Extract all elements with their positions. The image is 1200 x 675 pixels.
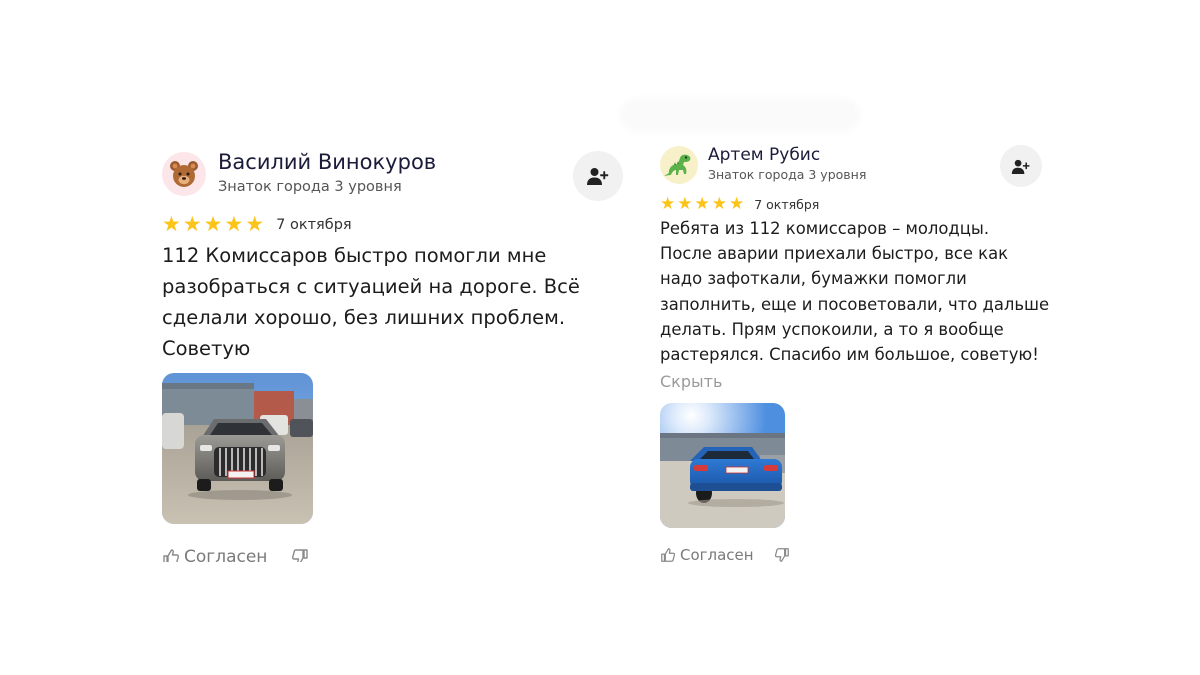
review-actions: Согласен — [162, 547, 309, 562]
avatar[interactable] — [660, 146, 698, 184]
review-actions: Согласен — [660, 546, 790, 564]
review-text-line: делать. Прям успокоили, а то я вообще — [660, 319, 1004, 339]
rating-stars: ★★★★★ — [660, 194, 747, 214]
avatar[interactable] — [162, 152, 206, 196]
author-name[interactable]: Василий Винокуров — [218, 150, 436, 174]
review-photo[interactable] — [162, 373, 313, 524]
review-date: 7 октября — [754, 197, 820, 212]
author-level: Знаток города 3 уровня — [218, 179, 402, 195]
review-text-line: После аварии приехали быстро, все как — [660, 244, 1009, 264]
review-text-line: 112 Комиссаров быстро помогли мне — [162, 244, 547, 267]
disagree-button[interactable] — [291, 548, 309, 562]
thumbs-down-icon — [292, 549, 309, 562]
subscribe-button[interactable] — [1000, 145, 1042, 187]
car-photo-image — [660, 403, 785, 528]
agree-label: Согласен — [184, 547, 268, 562]
agree-button[interactable]: Согласен — [660, 546, 754, 564]
dinosaur-icon — [664, 154, 691, 176]
review-card: Василий Винокуров Знаток города 3 уровня… — [162, 148, 632, 562]
review-photo[interactable] — [660, 403, 785, 528]
thumbs-up-icon — [163, 549, 179, 562]
agree-label: Согласен — [680, 546, 754, 564]
subscribe-button[interactable] — [573, 151, 623, 201]
thumbs-up-icon — [661, 548, 676, 562]
car-photo-image — [162, 373, 313, 524]
review-date: 7 октября — [276, 216, 352, 233]
author-level: Знаток города 3 уровня — [708, 167, 867, 182]
review-text-line: Советую — [162, 337, 251, 360]
review-text-line: Ребята из 112 комиссаров – молодцы. — [660, 219, 990, 238]
review-text-line: заполнить, еще и посоветовали, что дальш… — [660, 294, 1050, 314]
review-text-line: надо зафоткали, бумажки помогли — [660, 269, 967, 289]
review-text-line: растерялся. Спасибо им большое, советую! — [660, 345, 1039, 365]
agree-button[interactable]: Согласен — [162, 547, 267, 562]
hide-text-link[interactable]: Скрыть — [660, 372, 722, 391]
add-user-icon — [1011, 159, 1030, 174]
review-text: 112 Комиссаров быстро помогли мне разобр… — [162, 240, 602, 364]
disagree-button[interactable] — [774, 547, 790, 563]
review-meta: ★★★★★ 7 октября — [660, 196, 819, 213]
review-text: Ребята из 112 комиссаров – молодцы. Посл… — [660, 216, 1050, 367]
blurred-top-bar — [620, 98, 860, 132]
add-user-icon — [587, 168, 609, 185]
rating-stars: ★★★★★ — [162, 212, 267, 236]
reviews-page: Василий Винокуров Знаток города 3 уровня… — [0, 0, 1200, 675]
review-card: Артем Рубис Знаток города 3 уровня ★★★★★… — [660, 140, 1050, 566]
review-text-line: сделали хорошо, без лишних проблем. — [162, 306, 566, 329]
review-meta: ★★★★★ 7 октября — [162, 214, 352, 235]
thumbs-down-icon — [774, 548, 789, 562]
review-text-line: разобраться с ситуацией на дороге. Всё — [162, 275, 580, 298]
author-name[interactable]: Артем Рубис — [708, 145, 820, 165]
bear-icon — [170, 161, 198, 187]
